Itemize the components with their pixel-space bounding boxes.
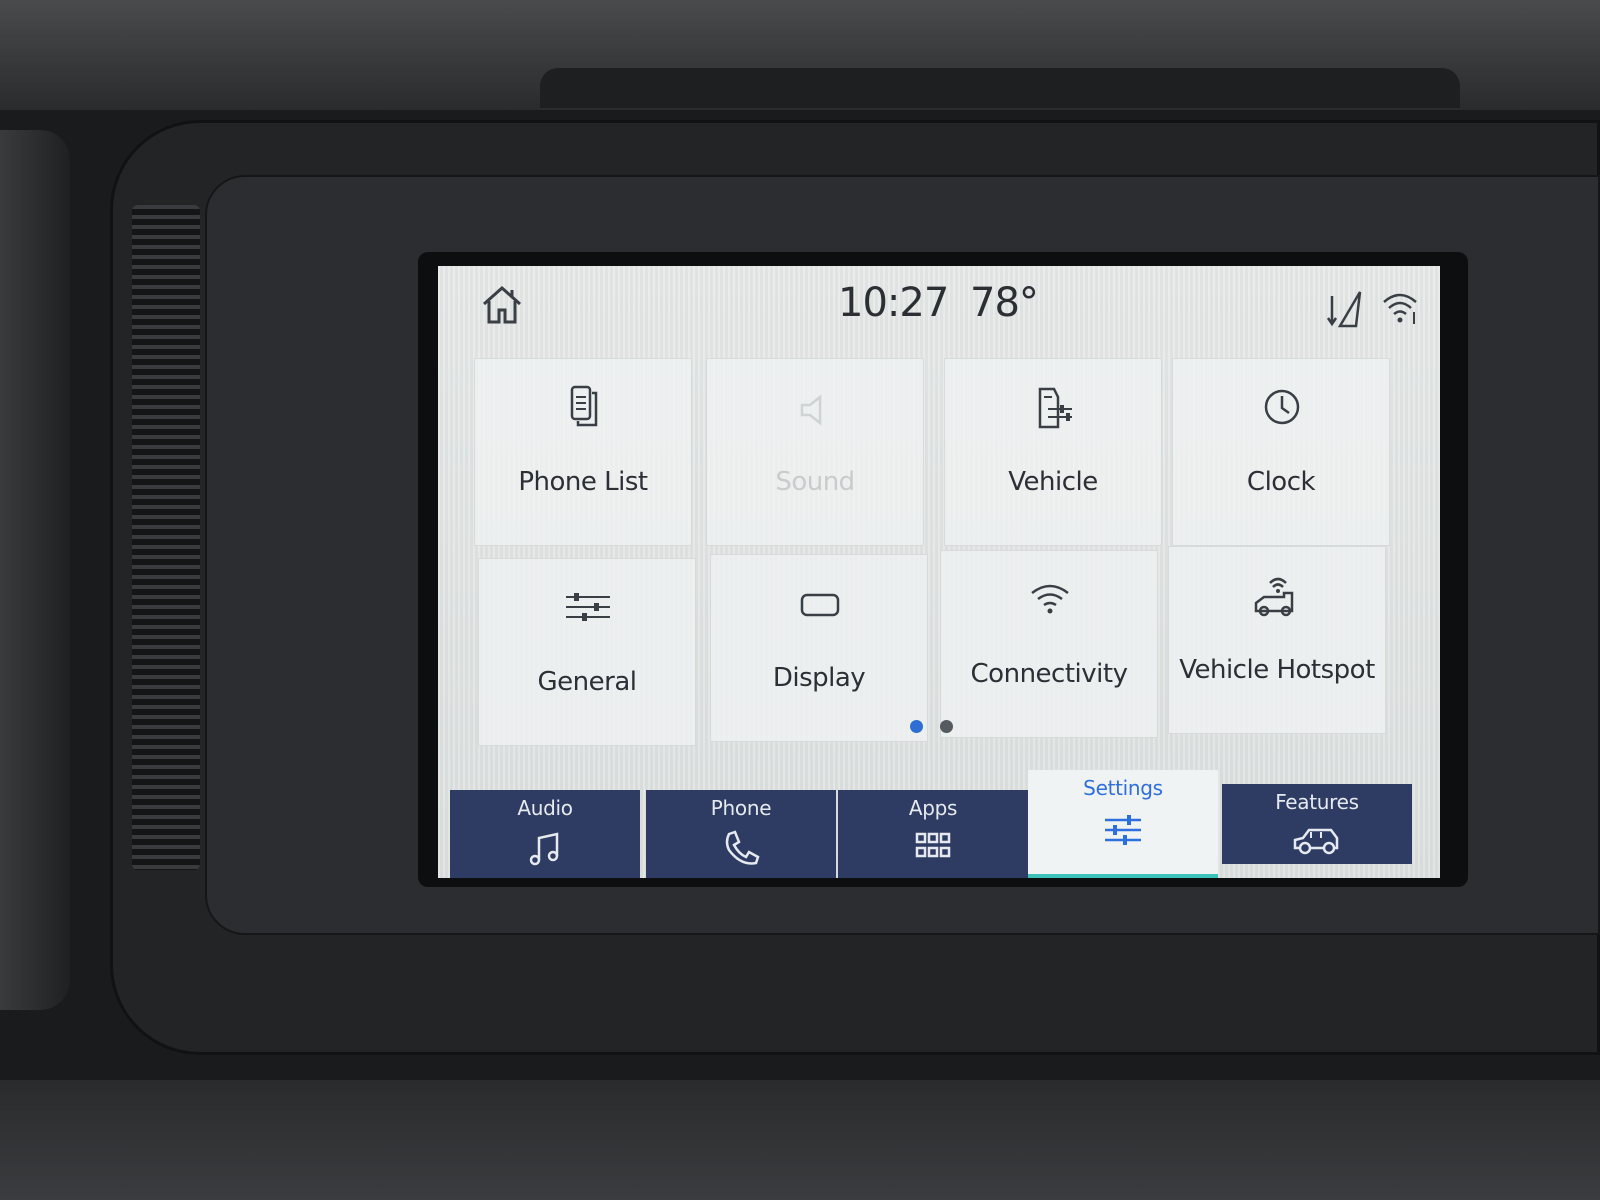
nav-tab-label: Features xyxy=(1275,790,1359,814)
navigation-arrow-icon xyxy=(1326,291,1362,328)
tile-sound[interactable]: Sound xyxy=(706,358,924,546)
home-icon[interactable] xyxy=(480,284,524,326)
tile-label: General xyxy=(537,667,637,697)
display-icon xyxy=(800,593,840,617)
tile-label: Vehicle xyxy=(1008,467,1098,497)
air-vent xyxy=(132,205,200,870)
nav-tab-audio[interactable]: Audio xyxy=(450,790,640,878)
infotainment-screen: 10:27 78° Phone List Sound Vehicle Clock… xyxy=(438,266,1440,878)
car-icon xyxy=(1293,828,1339,855)
phone-icon xyxy=(725,830,760,865)
nav-tab-settings[interactable]: Settings xyxy=(1028,770,1218,878)
tile-connectivity[interactable]: Connectivity xyxy=(940,550,1158,738)
bottom-navigation: Audio Phone Apps Settings Features xyxy=(438,770,1440,878)
nav-tab-label: Phone xyxy=(710,796,772,820)
wifi-signal-icon xyxy=(1383,293,1417,324)
tile-label: Phone List xyxy=(518,467,648,497)
dashboard-ridge xyxy=(540,68,1460,108)
status-bar: 10:27 78° xyxy=(438,266,1440,346)
nav-tab-label: Audio xyxy=(517,796,573,820)
tile-phone-list[interactable]: Phone List xyxy=(474,358,692,546)
dashboard-left-edge xyxy=(0,130,70,1010)
sound-icon xyxy=(800,394,822,426)
status-time: 10:27 xyxy=(838,280,949,326)
tile-vehicle[interactable]: Vehicle xyxy=(944,358,1162,546)
page-dot-inactive[interactable] xyxy=(940,720,953,733)
tile-label: Sound xyxy=(775,467,855,497)
nav-tab-apps[interactable]: Apps xyxy=(838,790,1028,878)
tile-display[interactable]: Display xyxy=(710,554,928,742)
music-note-icon xyxy=(529,832,559,866)
tile-label: Display xyxy=(772,663,866,693)
tile-label: Clock xyxy=(1246,467,1316,497)
clock-icon xyxy=(1264,389,1300,425)
tile-label: Connectivity xyxy=(970,659,1128,689)
wifi-icon xyxy=(1031,584,1069,614)
page-dot-active[interactable] xyxy=(910,720,923,733)
nav-tab-phone[interactable]: Phone xyxy=(646,790,836,878)
tile-label: Vehicle Hotspot xyxy=(1179,655,1375,685)
tile-general[interactable]: General xyxy=(478,558,696,746)
tile-vehicle-hotspot[interactable]: Vehicle Hotspot xyxy=(1168,546,1386,734)
page-indicator xyxy=(908,716,968,736)
dashboard-bottom xyxy=(0,1080,1600,1200)
status-temperature: 78° xyxy=(970,280,1039,326)
nav-tab-label: Apps xyxy=(908,796,958,820)
phone-list-icon xyxy=(570,385,598,427)
nav-tab-features[interactable]: Features xyxy=(1222,784,1412,864)
settings-sliders-icon xyxy=(1105,815,1141,845)
vehicle-hotspot-icon xyxy=(1254,577,1294,617)
sliders-icon xyxy=(566,593,610,621)
vehicle-settings-icon xyxy=(1038,387,1072,429)
tile-clock[interactable]: Clock xyxy=(1172,358,1390,546)
apps-grid-icon xyxy=(915,832,951,858)
settings-grid: Phone List Sound Vehicle Clock General D… xyxy=(474,358,1404,758)
nav-tab-label: Settings xyxy=(1083,776,1163,800)
